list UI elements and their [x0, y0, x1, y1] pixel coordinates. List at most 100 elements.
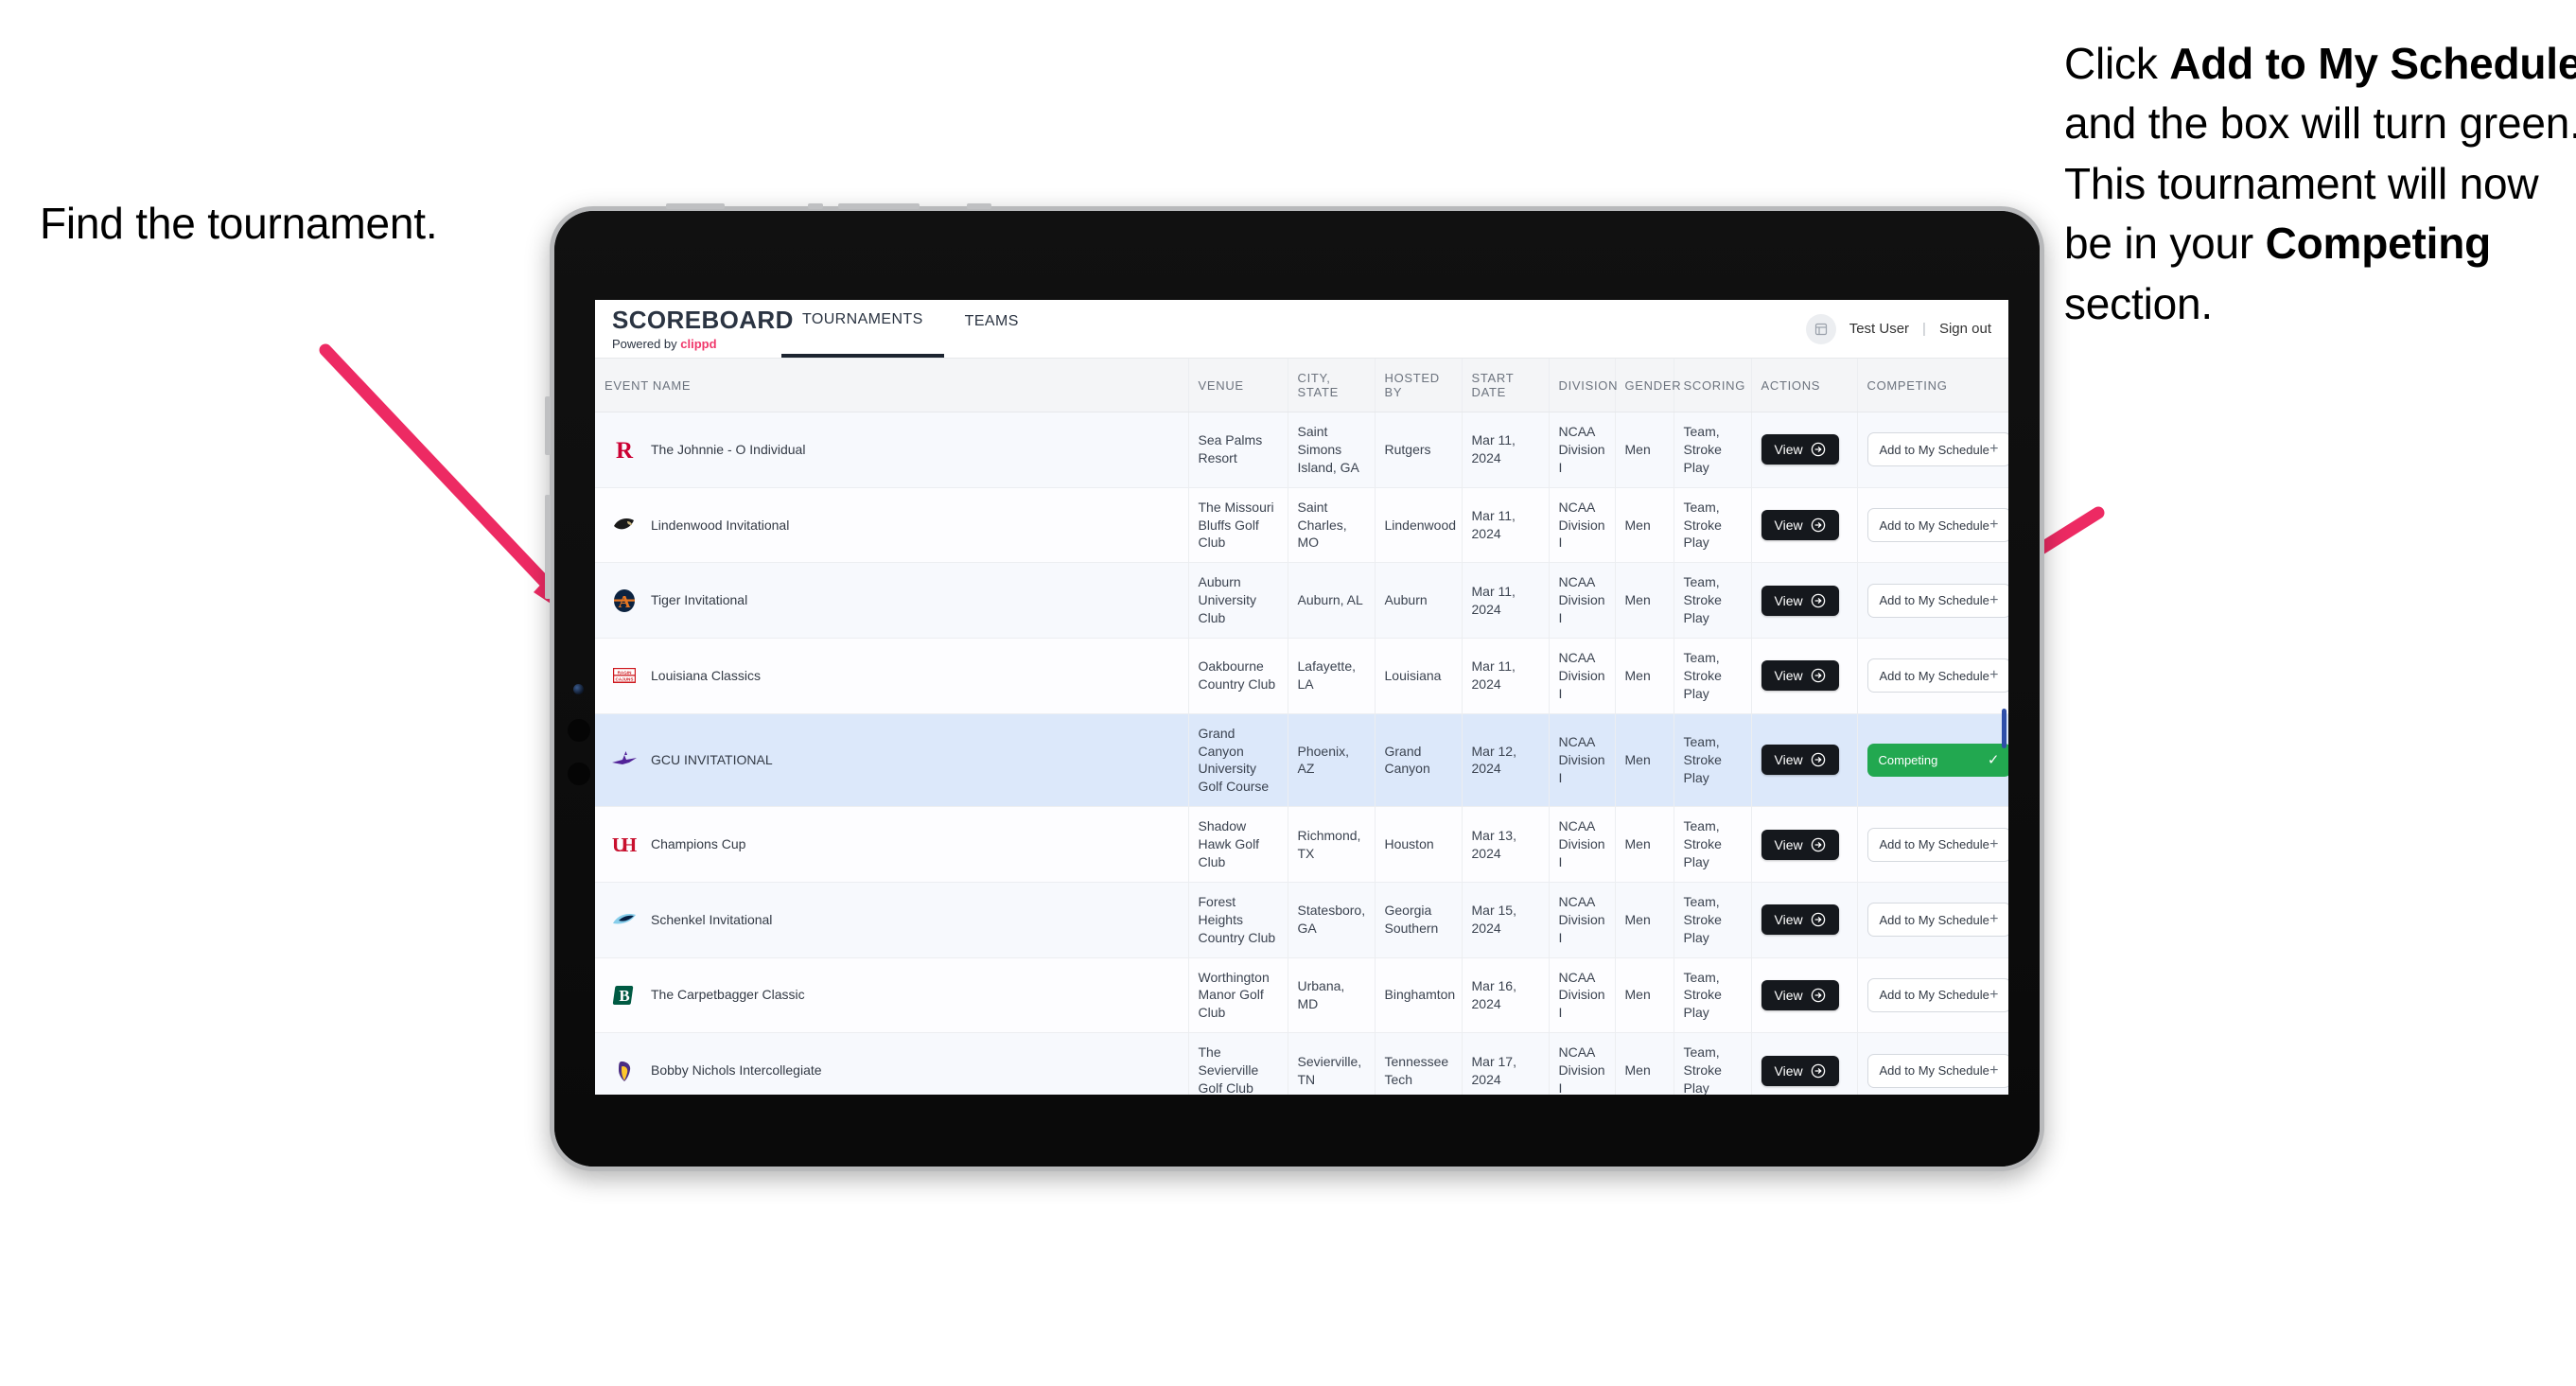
svg-text:B: B [619, 987, 629, 1005]
cell-event-name: GCU INVITATIONAL [595, 713, 1189, 808]
tablet-side-button-2 [545, 495, 551, 599]
column-header-scoring[interactable]: SCORING [1674, 359, 1752, 412]
column-header-start-date[interactable]: START DATE [1462, 359, 1550, 412]
cell-event-name: B The Carpetbagger Classic [595, 957, 1189, 1034]
event-name-text[interactable]: Tiger Invitational [651, 591, 747, 609]
tablet-screen: SCOREBOARD Powered by clippd TOURNAMENTS… [595, 300, 2008, 1095]
cell-city-state: Auburn, AL [1288, 562, 1376, 640]
add-to-my-schedule-button[interactable]: Add to My Schedule + [1866, 1053, 2008, 1088]
column-header-hosted-by[interactable]: HOSTED BY [1375, 359, 1463, 412]
view-button[interactable]: View [1761, 829, 1839, 860]
cell-hosted-by: Houston [1375, 806, 1463, 883]
cell-competing: Add to My Schedule + [1857, 562, 2008, 640]
cell-venue: Oakbourne Country Club [1188, 638, 1288, 714]
column-header-city-state[interactable]: CITY, STATE [1288, 359, 1376, 412]
add-to-my-schedule-button[interactable]: Add to My Schedule + [1866, 508, 2008, 542]
cell-division: NCAA Division I [1549, 487, 1616, 564]
event-name-text[interactable]: The Carpetbagger Classic [651, 986, 805, 1004]
cell-start-date: Mar 11, 2024 [1462, 562, 1550, 640]
annotation-right: Click Add to My Schedule and the box wil… [2064, 34, 2576, 334]
column-header-event-name[interactable]: EVENT NAME [595, 359, 1189, 412]
table-row[interactable]: GCU INVITATIONAL Grand Canyon University … [595, 713, 2008, 808]
check-icon: ✓ [1987, 751, 2000, 768]
cell-venue: Forest Heights Country Club [1188, 882, 1288, 958]
houston-logo: UH [610, 831, 639, 859]
plus-icon: + [1989, 591, 1999, 608]
table-row[interactable]: Bobby Nichols Intercollegiate The Sevierv… [595, 1032, 2008, 1095]
cell-scoring: Team, Stroke Play [1674, 562, 1752, 640]
cell-city-state: Urbana, MD [1288, 957, 1376, 1034]
column-header-division[interactable]: DIVISION [1549, 359, 1617, 412]
cell-actions: View [1751, 412, 1858, 488]
add-to-my-schedule-button[interactable]: Add to My Schedule + [1866, 658, 2008, 693]
add-label: Add to My Schedule [1879, 1063, 1989, 1079]
cell-scoring: Team, Stroke Play [1674, 1032, 1752, 1095]
table-row[interactable]: Lindenwood Invitational The Missouri Bluf… [595, 487, 2008, 564]
svg-text:A: A [619, 592, 631, 611]
cell-competing: Add to My Schedule + [1857, 487, 2008, 564]
event-name-text[interactable]: Champions Cup [651, 835, 745, 853]
view-button[interactable]: View [1761, 745, 1839, 776]
add-to-my-schedule-button[interactable]: Add to My Schedule + [1866, 977, 2008, 1012]
vertical-scrollbar[interactable] [2002, 709, 2006, 748]
event-name-text[interactable]: The Johnnie - O Individual [651, 441, 805, 459]
cell-scoring: Team, Stroke Play [1674, 957, 1752, 1034]
cell-event-name: A Tiger Invitational [595, 562, 1189, 640]
column-header-gender[interactable]: GENDER [1615, 359, 1681, 412]
plus-icon: + [1989, 441, 1999, 458]
cell-division: NCAA Division I [1549, 806, 1616, 883]
sign-out-link[interactable]: Sign out [1939, 321, 1991, 337]
view-button[interactable]: View [1761, 1055, 1839, 1086]
tab-tournaments[interactable]: TOURNAMENTS [781, 300, 944, 358]
cell-city-state: Phoenix, AZ [1288, 713, 1376, 808]
tennessee-tech-logo [610, 1057, 639, 1085]
view-button[interactable]: View [1761, 434, 1839, 465]
table-row[interactable]: Schenkel Invitational Forest Heights Coun… [595, 882, 2008, 958]
brand-name: SCOREBOARD [612, 306, 794, 334]
view-button[interactable]: View [1761, 904, 1839, 936]
event-name-text[interactable]: Lindenwood Invitational [651, 517, 789, 535]
add-to-my-schedule-button[interactable]: Add to My Schedule + [1866, 827, 2008, 862]
table-row[interactable]: A Tiger Invitational Auburn University Clu… [595, 562, 2008, 640]
tablet-top-button-2 [808, 203, 823, 209]
add-to-my-schedule-button[interactable]: Add to My Schedule + [1866, 583, 2008, 618]
cell-actions: View [1751, 1032, 1858, 1095]
auburn-logo: A [610, 587, 639, 615]
view-label: View [1774, 1062, 1803, 1079]
column-header-venue[interactable]: VENUE [1188, 359, 1288, 412]
view-button[interactable]: View [1761, 510, 1839, 540]
add-to-my-schedule-button[interactable]: Add to My Schedule + [1866, 432, 2008, 467]
view-label: View [1774, 752, 1803, 768]
event-name-text[interactable]: Schenkel Invitational [651, 911, 772, 929]
cell-scoring: Team, Stroke Play [1674, 713, 1752, 808]
tab-teams[interactable]: TEAMS [944, 300, 1040, 358]
brand-logo[interactable]: SCOREBOARD Powered by clippd [595, 300, 794, 358]
view-button[interactable]: View [1761, 979, 1839, 1010]
add-label: Add to My Schedule [1879, 442, 1989, 457]
tablet-top-button-1 [666, 203, 725, 209]
event-name-text[interactable]: Bobby Nichols Intercollegiate [651, 1061, 822, 1079]
table-row[interactable]: B The Carpetbagger Classic Worthington Man… [595, 957, 2008, 1034]
user-separator: | [1922, 321, 1926, 337]
volume-up-button [568, 719, 590, 742]
event-name-text[interactable]: GCU INVITATIONAL [651, 751, 773, 769]
cell-competing: Add to My Schedule + [1857, 1032, 2008, 1095]
cell-actions: View [1751, 638, 1858, 714]
cell-division: NCAA Division I [1549, 562, 1616, 640]
user-avatar-icon[interactable] [1805, 313, 1836, 344]
plus-icon: + [1989, 667, 1999, 684]
add-to-my-schedule-button[interactable]: Add to My Schedule + [1866, 903, 2008, 938]
competing-label: Competing [1878, 752, 1938, 767]
add-label: Add to My Schedule [1879, 593, 1989, 608]
view-button[interactable]: View [1761, 585, 1839, 616]
annotation-emphasis: Add to My Schedule [2169, 39, 2576, 88]
add-label: Add to My Schedule [1879, 837, 1989, 852]
table-row[interactable]: U H Champions Cup Shadow Hawk Golf Club Rich… [595, 806, 2008, 883]
event-name-text[interactable]: Louisiana Classics [651, 667, 761, 685]
competing-button[interactable]: Competing ✓ [1866, 743, 2008, 777]
cell-scoring: Team, Stroke Play [1674, 882, 1752, 958]
view-button[interactable]: View [1761, 660, 1839, 692]
table-row[interactable]: R The Johnnie - O Individual Sea Palms Res… [595, 412, 2008, 488]
tablet-side-button-1 [545, 396, 551, 455]
table-row[interactable]: RAGIN CAJUNS Louisiana Classics Oakbourne C… [595, 638, 2008, 714]
